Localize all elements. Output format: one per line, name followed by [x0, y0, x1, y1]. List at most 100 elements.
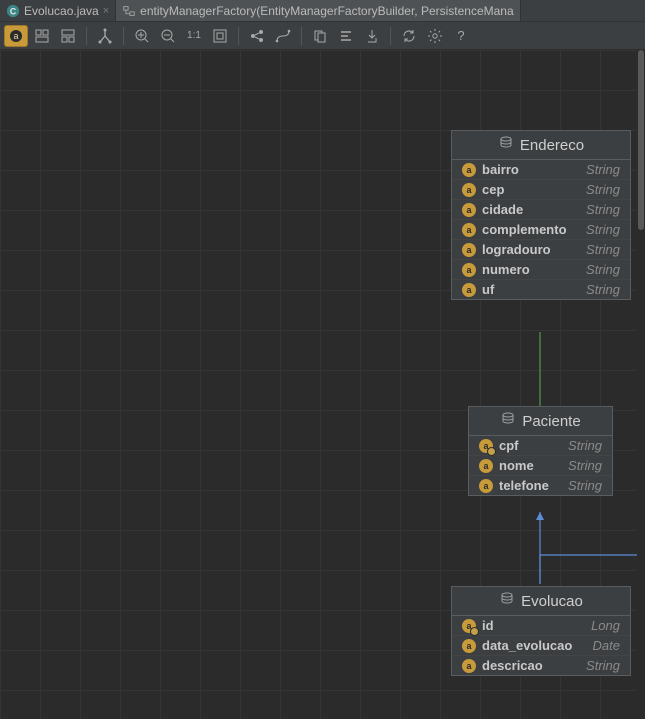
- layout-2-icon[interactable]: [56, 25, 80, 47]
- scrollbar-vertical[interactable]: [637, 50, 645, 719]
- svg-text:C: C: [10, 6, 17, 16]
- field-row[interactable]: acpf String: [469, 436, 612, 455]
- tab-entity-manager-factory[interactable]: entityManagerFactory(EntityManagerFactor…: [116, 0, 521, 21]
- field-row[interactable]: abairro String: [452, 160, 630, 179]
- field-type: String: [568, 438, 602, 453]
- field-name: complemento: [482, 222, 567, 237]
- field-icon: a: [462, 203, 476, 217]
- field-icon: a: [462, 263, 476, 277]
- field-name: cpf: [499, 438, 519, 453]
- field-type: String: [586, 282, 620, 297]
- field-name: nome: [499, 458, 534, 473]
- annotation-filter-icon[interactable]: a: [4, 25, 28, 47]
- field-name: cep: [482, 182, 504, 197]
- field-type: String: [568, 458, 602, 473]
- field-name: logradouro: [482, 242, 551, 257]
- separator: [390, 27, 391, 45]
- entity-title: Paciente: [522, 413, 580, 430]
- refresh-icon[interactable]: [397, 25, 421, 47]
- entity-endereco[interactable]: Endereco abairroStringacepStringacidadeS…: [451, 130, 631, 300]
- layout-1-icon[interactable]: [30, 25, 54, 47]
- field-name: data_evolucao: [482, 638, 572, 653]
- settings-icon[interactable]: [423, 25, 447, 47]
- export-icon[interactable]: [360, 25, 384, 47]
- class-icon: C: [6, 4, 20, 18]
- field-name: id: [482, 618, 494, 633]
- field-row[interactable]: acomplementoString: [452, 219, 630, 239]
- field-icon: a: [479, 459, 493, 473]
- field-type: String: [586, 162, 620, 177]
- tab-label: entityManagerFactory(EntityManagerFactor…: [140, 4, 514, 18]
- tab-label: Evolucao.java: [24, 4, 99, 18]
- key-field-icon: a: [462, 619, 476, 633]
- field-type: String: [586, 242, 620, 257]
- entity-body: acpfStringanomeStringatelefoneString: [469, 436, 612, 495]
- field-type: Long: [591, 618, 620, 633]
- field-row[interactable]: a data_evolucao Date: [452, 635, 630, 655]
- field-row[interactable]: anome String: [469, 455, 612, 475]
- entity-paciente[interactable]: Paciente acpfStringanomeStringatelefoneS…: [468, 406, 613, 496]
- fit-screen-icon[interactable]: [208, 25, 232, 47]
- zoom-in-icon[interactable]: [130, 25, 154, 47]
- field-type: String: [586, 222, 620, 237]
- scrollbar-thumb[interactable]: [638, 50, 644, 230]
- field-icon: a: [479, 479, 493, 493]
- field-name: descricao: [482, 658, 543, 673]
- diagram-icon: [122, 4, 136, 18]
- field-type: String: [586, 202, 620, 217]
- copy-icon[interactable]: [308, 25, 332, 47]
- separator: [123, 27, 124, 45]
- field-icon: a: [462, 283, 476, 297]
- zoom-out-icon[interactable]: [156, 25, 180, 47]
- field-icon: a: [462, 243, 476, 257]
- entity-header: Endereco: [452, 131, 630, 160]
- key-field-icon: a: [479, 439, 493, 453]
- field-row[interactable]: aufString: [452, 279, 630, 299]
- field-type: String: [586, 182, 620, 197]
- field-name: cidade: [482, 202, 523, 217]
- entity-title: Endereco: [520, 137, 584, 154]
- toolbar: a 1:1 ?: [0, 22, 645, 50]
- field-type: String: [586, 658, 620, 673]
- align-icon[interactable]: [334, 25, 358, 47]
- entity-evolucao[interactable]: Evolucao aidLongadata_evolucaoDateadescr…: [451, 586, 631, 676]
- field-type: String: [586, 262, 620, 277]
- entity-body: abairroStringacepStringacidadeStringacom…: [452, 160, 630, 299]
- field-icon: a: [462, 659, 476, 673]
- separator: [301, 27, 302, 45]
- entity-title: Evolucao: [521, 593, 583, 610]
- field-row[interactable]: acep String: [452, 179, 630, 199]
- edge-layout-icon[interactable]: [271, 25, 295, 47]
- tab-evolucao-java[interactable]: C Evolucao.java ×: [0, 0, 116, 21]
- persistence-icon: [500, 411, 516, 431]
- svg-text:a: a: [13, 31, 18, 41]
- entity-body: aidLongadata_evolucaoDateadescricaoStrin…: [452, 616, 630, 675]
- share-icon[interactable]: [245, 25, 269, 47]
- help-icon[interactable]: ?: [449, 25, 473, 47]
- field-name: telefone: [499, 478, 549, 493]
- field-row[interactable]: a descricao String: [452, 655, 630, 675]
- field-icon: a: [462, 183, 476, 197]
- field-row[interactable]: a logradouro String: [452, 239, 630, 259]
- zoom-actual-icon[interactable]: 1:1: [182, 25, 206, 47]
- entity-header: Evolucao: [452, 587, 630, 616]
- branch-icon[interactable]: [93, 25, 117, 47]
- field-row[interactable]: a telefone String: [469, 475, 612, 495]
- tab-bar: C Evolucao.java × entityManagerFactory(E…: [0, 0, 645, 22]
- separator: [86, 27, 87, 45]
- close-icon[interactable]: ×: [103, 5, 109, 17]
- field-name: numero: [482, 262, 530, 277]
- field-name: bairro: [482, 162, 519, 177]
- field-row[interactable]: aid Long: [452, 616, 630, 635]
- field-icon: a: [462, 163, 476, 177]
- field-type: Date: [593, 638, 620, 653]
- separator: [238, 27, 239, 45]
- entity-header: Paciente: [469, 407, 612, 436]
- persistence-icon: [499, 591, 515, 611]
- field-row[interactable]: acidade String: [452, 199, 630, 219]
- diagram-canvas[interactable]: Endereco abairroStringacepStringacidadeS…: [0, 50, 645, 719]
- field-type: String: [568, 478, 602, 493]
- field-row[interactable]: anumero String: [452, 259, 630, 279]
- field-icon: a: [462, 639, 476, 653]
- persistence-icon: [498, 135, 514, 155]
